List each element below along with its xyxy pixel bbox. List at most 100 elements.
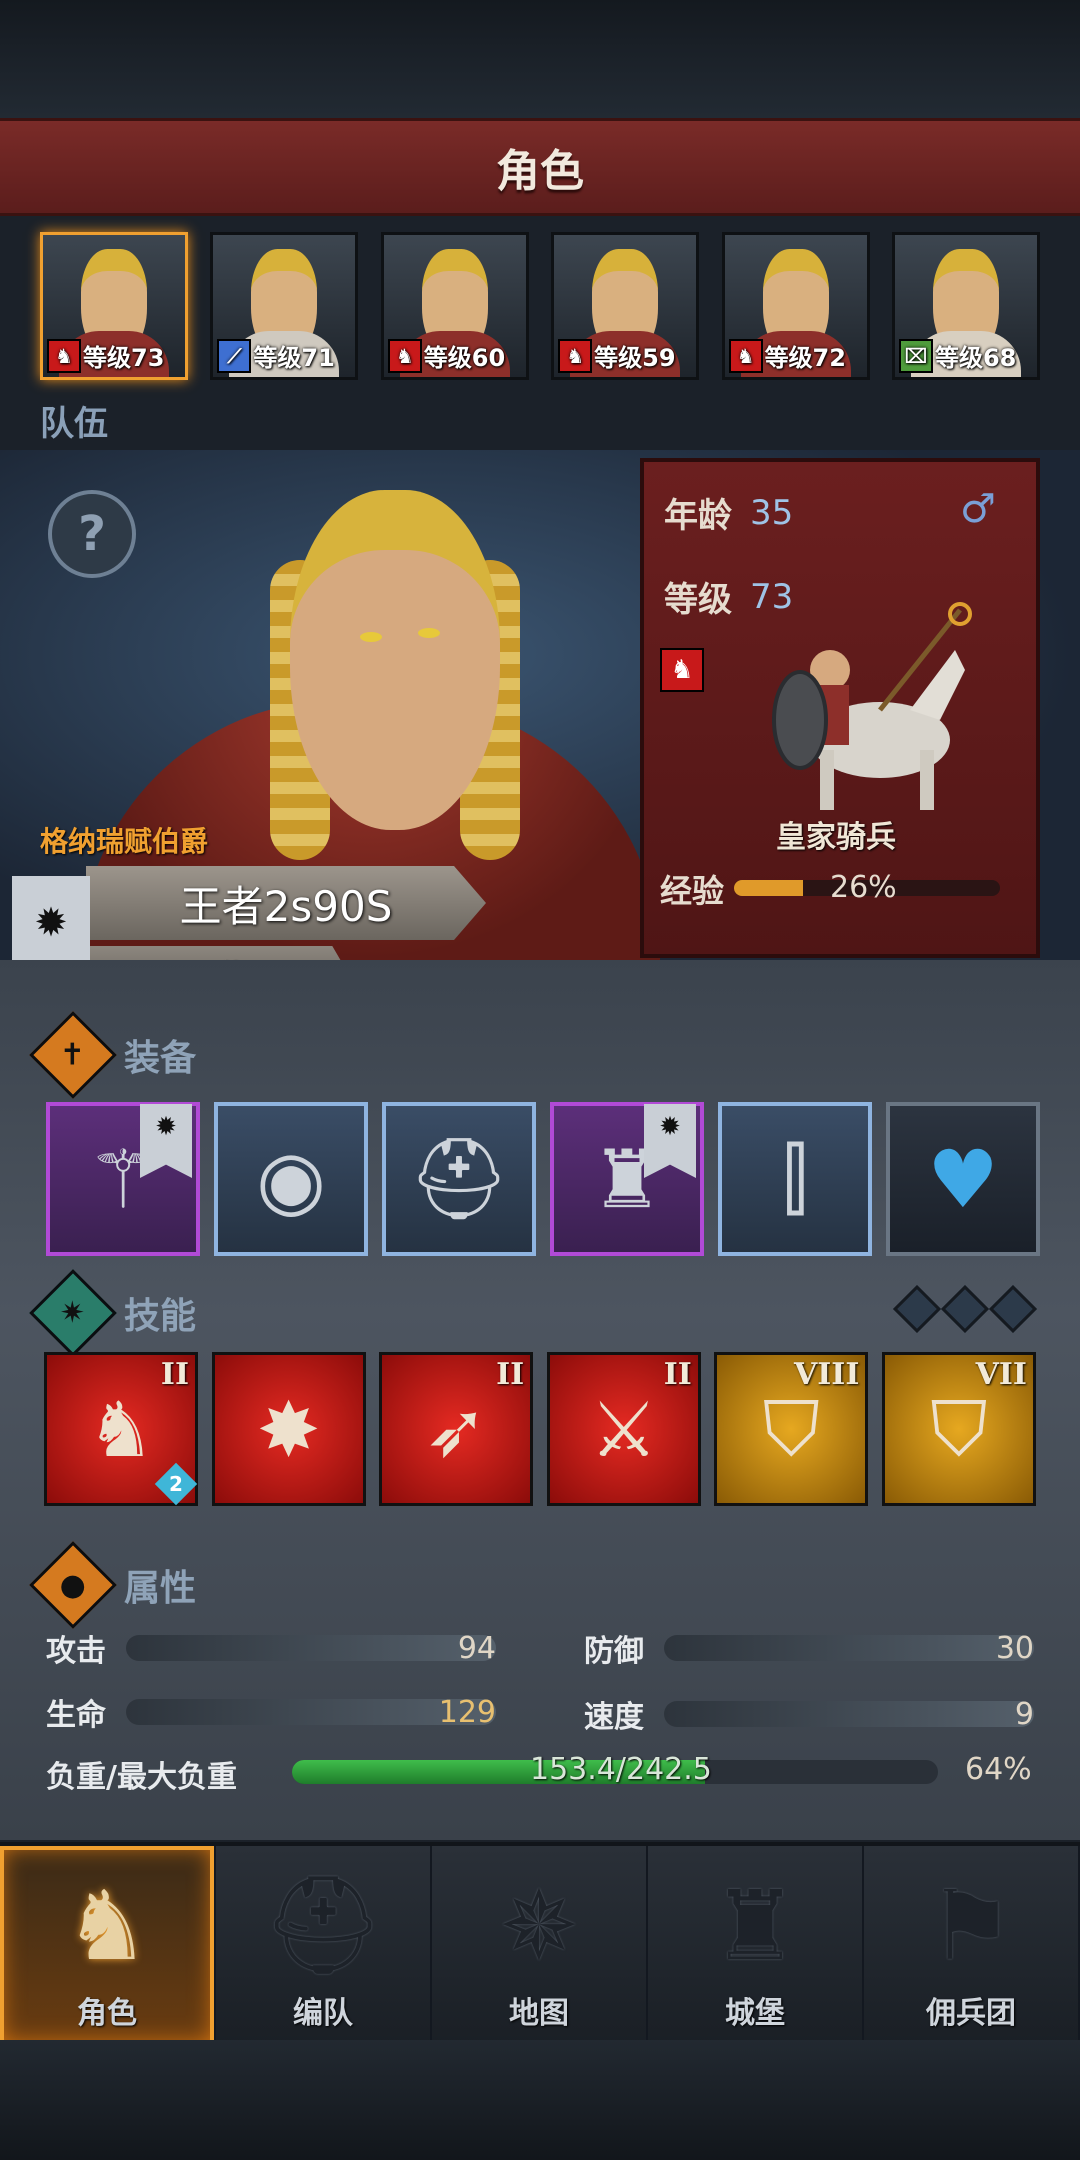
stat-attack: 攻击 94 — [46, 1626, 496, 1670]
horse-icon: ♞ — [558, 338, 593, 373]
stat-value: 129 — [438, 1694, 496, 1730]
cross-icon: ✝ — [29, 1011, 117, 1099]
party-member-1[interactable]: ♞ 等级73 — [40, 232, 188, 380]
member-level: 等级60 — [423, 344, 506, 372]
mercenary-icon: ⚑ — [927, 1870, 1015, 1982]
skill-slot-5[interactable]: ⛉ VIII — [714, 1352, 869, 1506]
unit-name: 皇家骑兵 — [776, 820, 896, 855]
stat-label: 生命 — [46, 1698, 106, 1733]
stat-label: 负重/最大负重 — [46, 1760, 237, 1795]
stat-value: 94 — [457, 1630, 496, 1666]
burst-fist-icon: ✸ — [256, 1384, 321, 1474]
nav-mercenary[interactable]: ⚑ 佣兵团 — [864, 1846, 1080, 2044]
equipment-header: ✝ 装备 — [29, 1011, 197, 1099]
level-label: 等级 — [664, 580, 732, 620]
shield-break-icon: ⛉ — [930, 1383, 988, 1473]
stat-value: 9 — [1014, 1696, 1034, 1732]
horse-icon: ♞ — [47, 338, 81, 373]
help-button[interactable]: ? — [48, 490, 136, 578]
skill-slot-1[interactable]: ♞ II 2 — [44, 1352, 198, 1506]
unit-class-badge: ♞ — [660, 648, 704, 692]
nav-castle[interactable]: ♜ 城堡 — [648, 1846, 864, 2044]
hero-eye — [360, 632, 382, 642]
stat-label: 速度 — [584, 1700, 644, 1735]
party-member-3[interactable]: ♞ 等级60 — [380, 232, 529, 380]
skill-point-icon — [988, 1284, 1038, 1334]
hero-name: 王者2s90S — [179, 881, 393, 931]
level-tag: ⌧ 等级68 — [898, 338, 1016, 373]
horse-icon: ♞ — [660, 648, 704, 692]
skill-level: II — [496, 1357, 525, 1392]
system-nav-area — [0, 2040, 1080, 2160]
load-value: 153.4/242.5 — [530, 1752, 712, 1787]
person-icon: ● — [29, 1541, 117, 1629]
skill-slot-2[interactable]: ✸ — [211, 1352, 366, 1506]
skill-level: II — [663, 1357, 692, 1392]
stat-bar — [664, 1635, 1034, 1661]
boots-icon: ⫿ — [782, 1132, 808, 1225]
shield-break-icon: ⛉ — [762, 1383, 820, 1473]
equip-slot-weapon[interactable]: ⚚ ✹ — [46, 1102, 200, 1256]
nav-character[interactable]: ♞ 角色 — [0, 1846, 216, 2044]
member-level: 等级72 — [764, 344, 846, 372]
equip-slot-boots[interactable]: ⫿ — [718, 1102, 872, 1256]
stat-bar — [664, 1701, 1034, 1727]
royal-cavalry-figure — [772, 602, 972, 810]
sun-banner-icon: ✹ — [140, 1104, 192, 1178]
equip-slot-amulet[interactable]: ♥ — [886, 1102, 1040, 1256]
member-level: 等级59 — [594, 344, 676, 372]
equip-slot-shield[interactable]: ◉ — [214, 1102, 368, 1256]
nav-map[interactable]: ✵ 地图 — [432, 1846, 648, 2044]
skill-points — [892, 1284, 1038, 1334]
level-tag: ♞ 等级59 — [558, 338, 676, 373]
hero-name-plate: 王者2s90S — [86, 866, 486, 940]
stat-defense: 防御 30 — [584, 1626, 1034, 1670]
party-member-6[interactable]: ⌧ 等级68 — [891, 232, 1040, 380]
party-member-4[interactable]: ♞ 等级59 — [551, 232, 700, 380]
horse-icon: ♞ — [728, 338, 763, 373]
load-percent: 64% — [965, 1752, 1032, 1787]
hero-eye — [418, 628, 440, 638]
knight-icon: ♞ — [63, 1870, 151, 1982]
skill-point-icon — [892, 1284, 942, 1334]
bow-arrow-icon: ➶ — [424, 1384, 489, 1474]
age-row: 年龄 35 — [664, 488, 793, 537]
equipment-label: 装备 — [124, 1038, 197, 1079]
party-member-5[interactable]: ♞ 等级72 — [721, 232, 870, 380]
nav-label: 佣兵团 — [926, 1996, 1016, 2031]
team-label: 队伍 — [40, 404, 108, 444]
equip-slot-armor[interactable]: ♜ ✹ — [550, 1102, 704, 1256]
skill-slot-6[interactable]: ⛉ VII — [881, 1352, 1036, 1506]
skills-header: ✷ 技能 — [29, 1269, 196, 1357]
skill-point-icon — [940, 1284, 990, 1334]
horse-target-icon: ♞ — [86, 1384, 156, 1474]
stat-bar — [126, 1635, 496, 1661]
nav-label: 城堡 — [725, 1996, 785, 2031]
stat-speed: 速度 9 — [584, 1692, 1034, 1736]
page-title: 角色 — [496, 146, 584, 197]
equipment-slots: ⚚ ✹ ◉ ⛑ ♜ ✹ ⫿ ♥ — [46, 1102, 1040, 1256]
bow-icon: ⌧ — [898, 338, 933, 373]
party-member-2[interactable]: ⟋ 等级71 — [210, 232, 359, 380]
equip-slot-helmet[interactable]: ⛑ — [382, 1102, 536, 1256]
skill-slot-3[interactable]: ➶ II — [379, 1352, 534, 1506]
member-level: 等级71 — [253, 344, 335, 372]
skill-badge-count: 2 — [169, 1471, 183, 1496]
age-label: 年龄 — [664, 496, 732, 536]
round-shield-icon: ◉ — [256, 1132, 326, 1226]
stat-value: 30 — [995, 1630, 1034, 1666]
bottom-nav: ♞ 角色 ⛑ 编队 ✵ 地图 ♜ 城堡 ⚑ 佣兵团 — [0, 1842, 1080, 2044]
skill-slot-4[interactable]: ⚔ II — [546, 1352, 701, 1506]
helmet-icon: ⛑ — [408, 1132, 510, 1225]
sun-banner-icon: ✹ — [644, 1104, 696, 1178]
member-level: 等级73 — [83, 344, 165, 372]
sword-icon: ⚔ — [589, 1384, 658, 1474]
castle-icon: ♜ — [711, 1870, 799, 1982]
star-icon: ✷ — [29, 1269, 117, 1357]
level-tag: ⟋ 等级71 — [217, 338, 335, 373]
nav-formation[interactable]: ⛑ 编队 — [216, 1846, 432, 2044]
level-tag: ♞ 等级72 — [728, 338, 846, 373]
nav-label: 角色 — [77, 1996, 137, 2031]
skill-level: II — [160, 1357, 189, 1392]
party-portraits: ♞ 等级73 ⟋ 等级71 ♞ 等级60 ♞ 等级59 ♞ 等级72 ⌧ 等级68 — [40, 232, 1040, 380]
